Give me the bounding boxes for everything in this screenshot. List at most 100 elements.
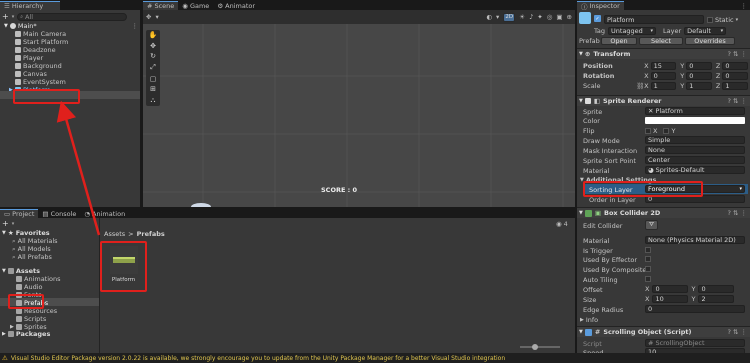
collapse-arrow-icon[interactable]: ▶ (2, 331, 6, 337)
folder-audio[interactable]: Audio (10, 283, 98, 291)
hierarchy-item-deadzone[interactable]: Deadzone (15, 46, 138, 54)
add-icon[interactable]: + (2, 12, 9, 21)
tag-dropdown[interactable]: Untagged ▾ (608, 27, 657, 35)
tab-animator[interactable]: ⚙ Animator (213, 1, 259, 10)
auto-tiling-checkbox[interactable] (645, 276, 651, 282)
rotation-x-field[interactable]: 0 (650, 72, 677, 80)
prefab-overrides-button[interactable]: Overrides (685, 37, 735, 45)
custom-tool-icon[interactable]: ⛬ (151, 96, 156, 105)
expand-arrow-icon[interactable]: ▼ (2, 230, 6, 236)
flip-y-checkbox[interactable] (663, 128, 670, 134)
scale-z-field[interactable]: 1 (722, 82, 749, 90)
prefab-select-button[interactable]: Select (639, 37, 683, 45)
hierarchy-item-canvas[interactable]: Canvas (15, 70, 138, 78)
draw-mode-icon[interactable]: ▾ (496, 13, 499, 21)
folder-animations[interactable]: Animations (10, 275, 98, 283)
scale-y-field[interactable]: 1 (686, 82, 712, 90)
hierarchy-item-player[interactable]: Player (15, 54, 138, 62)
favorite-all-prefabs[interactable]: ⌕ All Prefabs (12, 253, 98, 262)
position-z-field[interactable]: 0 (722, 62, 749, 70)
expand-arrow-icon[interactable]: ▼ (579, 51, 583, 57)
status-bar[interactable]: ⚠ Visual Studio Editor Package version 2… (0, 353, 750, 363)
lighting-icon[interactable]: ☀ (519, 13, 525, 21)
move-icon[interactable]: ✥ (150, 42, 156, 50)
layer-dropdown[interactable]: Default ▾ (684, 27, 727, 35)
component-menu-icon[interactable]: ? ⇅ ⋮ (727, 209, 747, 217)
size-x-field[interactable]: 10 (652, 295, 689, 303)
component-menu-icon[interactable]: ? ⇅ ⋮ (727, 50, 747, 58)
hidden-objects-icon[interactable]: ◎ (547, 13, 553, 21)
edge-radius-field[interactable]: 0 (645, 305, 745, 313)
scene-root[interactable]: ▼ Main* ⋮ (4, 22, 138, 30)
shading-icon[interactable]: ◐ (486, 13, 492, 21)
favorite-all-materials[interactable]: ⌕ All Materials (12, 237, 98, 246)
camera-icon[interactable]: ▣ (556, 13, 562, 21)
scene-menu-icon[interactable]: ⋮ (132, 22, 139, 30)
hierarchy-item-background[interactable]: Background (15, 62, 138, 70)
static-checkbox[interactable] (707, 17, 713, 23)
tab-project[interactable]: ▭ Project (0, 209, 39, 218)
tab-hierarchy[interactable]: ☰ Hierarchy (0, 1, 60, 10)
expand-arrow-icon[interactable]: ▼ (4, 23, 8, 29)
sprite-renderer-header[interactable]: ▼ ◧ Sprite Renderer ? ⇅ ⋮ (577, 95, 750, 106)
info-foldout[interactable]: ▶ Info (580, 316, 598, 324)
dropdown-arrow-icon[interactable]: ▾ (12, 14, 15, 20)
assets-header[interactable]: ▼ Assets (2, 267, 98, 275)
breadcrumb-assets[interactable]: Assets (104, 230, 125, 238)
expand-arrow-icon[interactable]: ▼ (579, 210, 583, 216)
zoom-slider-handle[interactable] (532, 344, 538, 350)
expand-arrow-icon[interactable]: ▼ (2, 268, 6, 274)
scrolling-object-header[interactable]: ▼ # Scrolling Object (Script) ? ⇅ ⋮ (577, 326, 750, 337)
hierarchy-search-input[interactable]: ⌕ All (17, 12, 128, 21)
hierarchy-item-main-camera[interactable]: Main Camera (15, 30, 138, 38)
used-by-effector-checkbox[interactable] (645, 256, 651, 262)
rotation-z-field[interactable]: 0 (722, 72, 749, 80)
tab-console[interactable]: ▤ Console (38, 209, 80, 218)
mask-interaction-dropdown[interactable]: None (645, 146, 745, 154)
favorites-header[interactable]: ▼ ★ Favorites (2, 229, 98, 237)
project-dropdown-icon[interactable]: ▾ (12, 221, 15, 227)
size-y-field[interactable]: 2 (698, 295, 735, 303)
material-field[interactable]: ◕ Sprites-Default (645, 166, 745, 174)
expand-arrow-icon[interactable]: ▼ (579, 98, 583, 104)
2d-toggle-button[interactable]: 2D (503, 12, 516, 22)
breadcrumb-prefabs[interactable]: Prefabs (137, 230, 165, 238)
sort-point-dropdown[interactable]: Center (645, 156, 745, 164)
object-name-field[interactable]: Platform (604, 15, 704, 24)
transform-icon[interactable]: ⊞ (150, 85, 156, 93)
enabled-checkbox[interactable] (584, 98, 591, 104)
offset-x-field[interactable]: 0 (652, 285, 689, 293)
audio-icon[interactable]: ♪ (529, 13, 533, 21)
used-by-composite-checkbox[interactable] (645, 266, 651, 272)
tab-inspector[interactable]: ⓘ Inspector (577, 1, 624, 11)
folder-scripts[interactable]: Scripts (10, 315, 98, 323)
gizmos-icon[interactable]: ⊕ (567, 13, 572, 21)
rect-icon[interactable]: ▢ (150, 75, 157, 83)
favorite-all-models[interactable]: ⌕ All Models (12, 245, 98, 254)
prefab-open-button[interactable]: Open (601, 37, 637, 45)
zoom-slider[interactable] (520, 344, 560, 350)
effects-icon[interactable]: ✦ (537, 13, 542, 21)
rotation-y-field[interactable]: 0 (686, 72, 712, 80)
hierarchy-item-eventsystem[interactable]: EventSystem (15, 78, 138, 86)
hand-tool-icon[interactable]: ✥ (146, 13, 151, 21)
collider-material-field[interactable]: None (Physics Material 2D) (645, 236, 745, 244)
packages-header[interactable]: ▶ Packages (2, 330, 98, 338)
hierarchy-item-start-platform[interactable]: Start Platform (15, 38, 138, 46)
scene-viewport[interactable]: SCORE : 0 (143, 24, 575, 207)
transform-header[interactable]: ▼ ⊕ Transform ? ⇅ ⋮ (577, 48, 750, 59)
is-trigger-checkbox[interactable] (645, 247, 651, 253)
component-menu-icon[interactable]: ? ⇅ ⋮ (727, 328, 747, 336)
box-collider-header[interactable]: ▼ ▣ Box Collider 2D ? ⇅ ⋮ (577, 207, 750, 218)
offset-y-field[interactable]: 0 (698, 285, 735, 293)
tab-animation[interactable]: ◔ Animation (80, 209, 129, 218)
flip-x-checkbox[interactable] (645, 128, 651, 134)
enabled-checkbox[interactable] (584, 328, 592, 336)
view-options-icon[interactable]: ▾ (155, 13, 158, 21)
tab-scene[interactable]: # Scene (143, 1, 179, 10)
position-x-field[interactable]: 15 (650, 62, 677, 70)
draw-mode-dropdown[interactable]: Simple (645, 136, 745, 144)
inspector-lock-icon[interactable]: ⋮ (741, 2, 750, 10)
project-add-icon[interactable]: + (2, 219, 9, 228)
color-swatch[interactable] (645, 117, 745, 124)
